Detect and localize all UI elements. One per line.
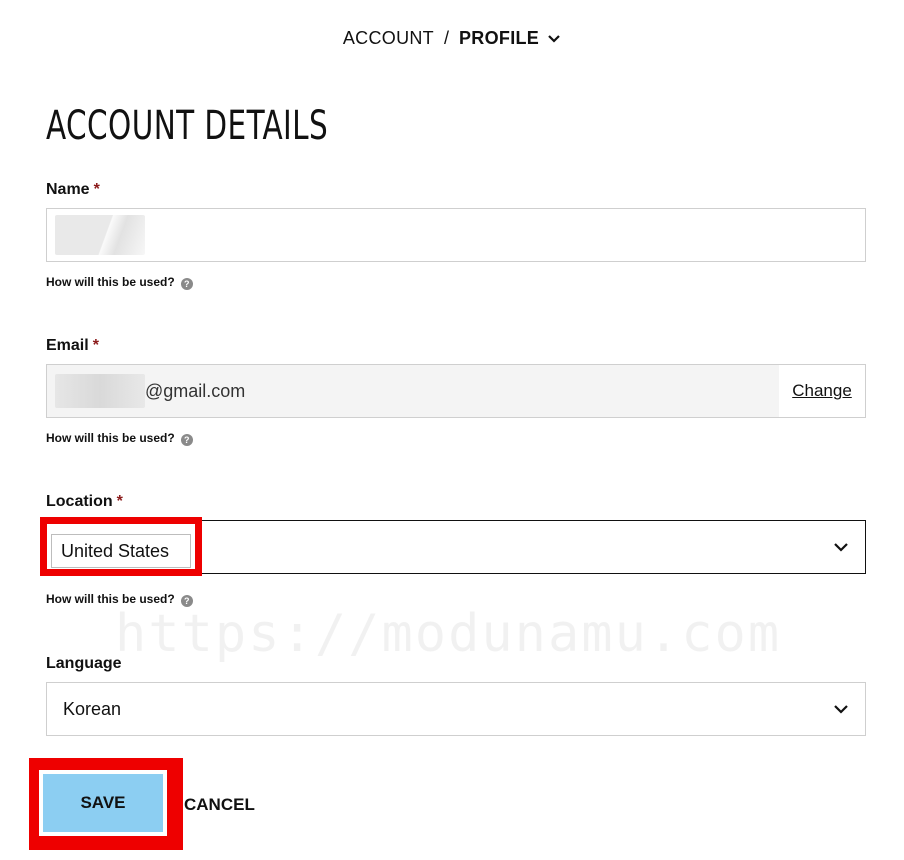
- email-help[interactable]: How will this be used??: [46, 430, 193, 446]
- name-help-text: How will this be used?: [46, 275, 175, 289]
- location-select[interactable]: [46, 520, 866, 574]
- language-select[interactable]: Korean: [46, 682, 866, 736]
- required-mark: *: [116, 493, 123, 510]
- language-label: Language: [46, 654, 122, 674]
- location-label-text: Location: [46, 493, 113, 510]
- breadcrumb-separator: /: [443, 28, 449, 48]
- chevron-down-icon[interactable]: [547, 34, 561, 44]
- email-value: @gmail.com: [145, 381, 246, 401]
- breadcrumb-account[interactable]: ACCOUNT: [343, 28, 434, 48]
- watermark: https://modunamu.com: [115, 604, 782, 664]
- save-button-frame: SAVE: [39, 770, 167, 836]
- required-mark: *: [93, 181, 100, 198]
- name-help[interactable]: How will this be used??: [46, 274, 193, 290]
- chevron-down-icon: [834, 543, 848, 552]
- page-title: ACCOUNT DETAILS: [46, 103, 329, 149]
- redacted-email: [55, 374, 145, 408]
- name-input[interactable]: [46, 208, 866, 262]
- redacted-name: [55, 215, 145, 255]
- change-email-link[interactable]: Change: [779, 365, 865, 417]
- name-label: Name *: [46, 180, 100, 200]
- name-label-text: Name: [46, 181, 90, 198]
- breadcrumb: ACCOUNT / PROFILE: [0, 24, 904, 52]
- question-icon: ?: [180, 434, 193, 446]
- account-details-page: ACCOUNT / PROFILE ACCOUNT DETAILS Name * Ho…: [0, 0, 904, 860]
- chevron-down-icon: [834, 705, 848, 714]
- email-label: Email *: [46, 336, 99, 356]
- language-label-text: Language: [46, 655, 122, 672]
- required-mark: *: [92, 337, 99, 354]
- email-help-text: How will this be used?: [46, 431, 175, 445]
- location-label: Location *: [46, 492, 123, 512]
- language-value: Korean: [63, 699, 122, 719]
- breadcrumb-profile[interactable]: PROFILE: [459, 28, 539, 48]
- question-icon: ?: [180, 278, 193, 290]
- cancel-button[interactable]: CANCEL: [184, 794, 255, 816]
- save-button[interactable]: SAVE: [43, 774, 163, 832]
- save-highlight: SAVE: [29, 758, 183, 850]
- email-field: @gmail.com Change: [46, 364, 866, 418]
- email-label-text: Email: [46, 337, 89, 354]
